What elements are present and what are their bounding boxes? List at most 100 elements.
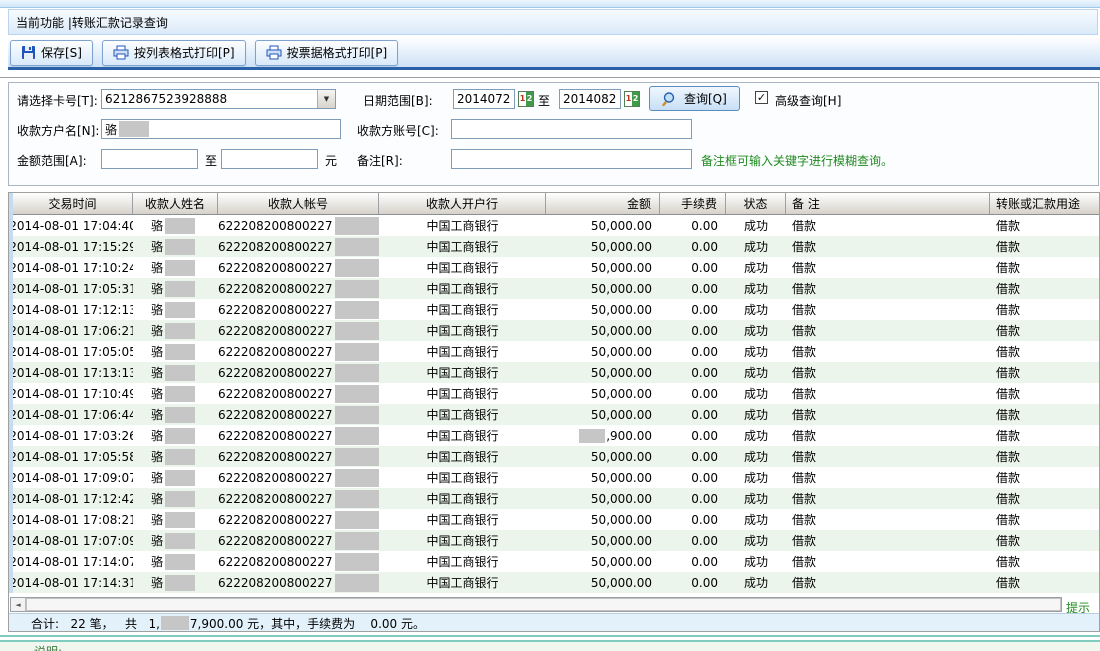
table-row[interactable]: 2014-08-01 17:08:21骆622208200800227中国工商银… [13,509,1100,530]
cell-note: 借款 [786,488,990,509]
card-select-dropdown[interactable]: 6212867523928888 ▼ [101,89,336,109]
print-list-button-label: 按列表格式打印[P] [134,44,235,61]
calendar-icon[interactable]: 12 [518,91,534,107]
cell-fee: 0.00 [660,257,726,278]
page-title: 当前功能 |转账汇款记录查询 [16,14,168,31]
cell-amount: 50,000.00 [546,236,660,257]
column-header[interactable]: 金额 [546,193,660,214]
redaction-box [335,511,379,529]
amount-max-input[interactable] [221,149,318,169]
redaction-box [165,512,195,528]
redaction-box [335,280,379,298]
column-header[interactable]: 收款人姓名 [133,193,218,214]
cell-purpose: 借款 [990,215,1100,236]
query-button[interactable]: 查询[Q] [649,86,740,111]
cell-transaction-time: 2014-08-01 17:13:13 [13,362,133,383]
scroll-left-arrow-icon[interactable]: ◄ [11,598,26,611]
bottom-divider [0,635,1100,642]
cell-payee-bank: 中国工商银行 [379,215,546,236]
cell-fee: 0.00 [660,551,726,572]
date-to-input[interactable] [559,89,621,109]
cell-payee-account: 622208200800227 [218,425,379,446]
cell-payee-bank: 中国工商银行 [379,341,546,362]
table-row[interactable]: 2014-08-01 17:13:13骆622208200800227中国工商银… [13,362,1100,383]
table-row[interactable]: 2014-08-01 17:05:58骆622208200800227中国工商银… [13,446,1100,467]
table-row[interactable]: 2014-08-01 17:05:05骆622208200800227中国工商银… [13,341,1100,362]
cell-purpose: 借款 [990,278,1100,299]
table-row[interactable]: 2014-08-01 17:09:07骆622208200800227中国工商银… [13,467,1100,488]
cell-amount: 50,000.00 [546,530,660,551]
amount-min-input[interactable] [101,149,198,169]
cell-payee-bank: 中国工商银行 [379,425,546,446]
redaction-box [165,575,195,591]
cell-status: 成功 [726,341,786,362]
column-header[interactable]: 交易时间 [13,193,133,214]
cell-status: 成功 [726,572,786,593]
payee-name-value: 骆 [105,121,117,138]
cell-transaction-time: 2014-08-01 17:06:21 [13,320,133,341]
records-table-panel: 交易时间收款人姓名收款人帐号收款人开户行金额手续费状态备 注转账或汇款用途 20… [8,192,1100,632]
cell-fee: 0.00 [660,404,726,425]
redaction-box [165,386,195,402]
cell-transaction-time: 2014-08-01 17:05:05 [13,341,133,362]
payee-name-label: 收款方户名[N]: [17,122,99,139]
cell-fee: 0.00 [660,215,726,236]
cell-fee: 0.00 [660,446,726,467]
table-row[interactable]: 2014-08-01 17:12:13骆622208200800227中国工商银… [13,299,1100,320]
cell-transaction-time: 2014-08-01 17:14:07 [13,551,133,572]
column-header[interactable]: 状态 [726,193,786,214]
table-row[interactable]: 2014-08-01 17:05:31骆622208200800227中国工商银… [13,278,1100,299]
table-row[interactable]: 2014-08-01 17:06:44骆622208200800227中国工商银… [13,404,1100,425]
cell-payee-account: 622208200800227 [218,236,379,257]
table-row[interactable]: 2014-08-01 17:14:07骆622208200800227中国工商银… [13,551,1100,572]
table-row[interactable]: 2014-08-01 17:10:24骆622208200800227中国工商银… [13,257,1100,278]
calendar-icon[interactable]: 12 [624,91,640,107]
table-row[interactable]: 2014-08-01 17:03:26骆622208200800227中国工商银… [13,425,1100,446]
cell-transaction-time: 2014-08-01 17:14:31 [13,572,133,593]
cell-note: 借款 [786,236,990,257]
cell-payee-bank: 中国工商银行 [379,530,546,551]
cell-amount: 50,000.00 [546,299,660,320]
cell-fee: 0.00 [660,299,726,320]
date-from-input[interactable] [453,89,515,109]
table-row[interactable]: 2014-08-01 17:12:42骆622208200800227中国工商银… [13,488,1100,509]
advanced-query-checkbox[interactable]: ✓ [755,91,768,104]
scrollbar-thumb[interactable] [26,598,1061,611]
cell-note: 借款 [786,362,990,383]
payee-account-input[interactable] [451,119,692,139]
redaction-box [335,385,379,403]
redaction-box [335,217,379,235]
column-header[interactable]: 收款人开户行 [379,193,546,214]
date-range-label: 日期范围[B]: [363,92,433,109]
column-header[interactable]: 收款人帐号 [218,193,379,214]
chevron-down-icon[interactable]: ▼ [317,90,335,108]
cell-purpose: 借款 [990,509,1100,530]
print-receipt-button[interactable]: 按票据格式打印[P] [255,40,399,66]
redaction-box [165,323,195,339]
cell-note: 借款 [786,551,990,572]
table-row[interactable]: 2014-08-01 17:07:09骆622208200800227中国工商银… [13,530,1100,551]
table-row[interactable]: 2014-08-01 17:04:40骆622208200800227中国工商银… [13,215,1100,236]
table-row[interactable]: 2014-08-01 17:06:21骆622208200800227中国工商银… [13,320,1100,341]
remark-input[interactable] [451,149,692,169]
table-row[interactable]: 2014-08-01 17:10:49骆622208200800227中国工商银… [13,383,1100,404]
payee-name-input[interactable]: 骆 [101,119,341,139]
cell-status: 成功 [726,488,786,509]
table-row[interactable]: 2014-08-01 17:14:31骆622208200800227中国工商银… [13,572,1100,593]
amount-unit-label: 元 [325,152,337,169]
cell-purpose: 借款 [990,488,1100,509]
column-header[interactable]: 转账或汇款用途 [990,193,1100,214]
cell-fee: 0.00 [660,278,726,299]
cell-payee-account: 622208200800227 [218,383,379,404]
cell-payee-account: 622208200800227 [218,404,379,425]
cell-status: 成功 [726,383,786,404]
cell-status: 成功 [726,509,786,530]
horizontal-scrollbar[interactable]: ◄ [10,597,1062,612]
print-list-button[interactable]: 按列表格式打印[P] [102,40,246,66]
cell-payee-name: 骆 [133,509,218,530]
cell-purpose: 借款 [990,362,1100,383]
column-header[interactable]: 备 注 [786,193,990,214]
save-button[interactable]: 保存[S] [10,40,93,66]
table-row[interactable]: 2014-08-01 17:15:29骆622208200800227中国工商银… [13,236,1100,257]
column-header[interactable]: 手续费 [660,193,726,214]
